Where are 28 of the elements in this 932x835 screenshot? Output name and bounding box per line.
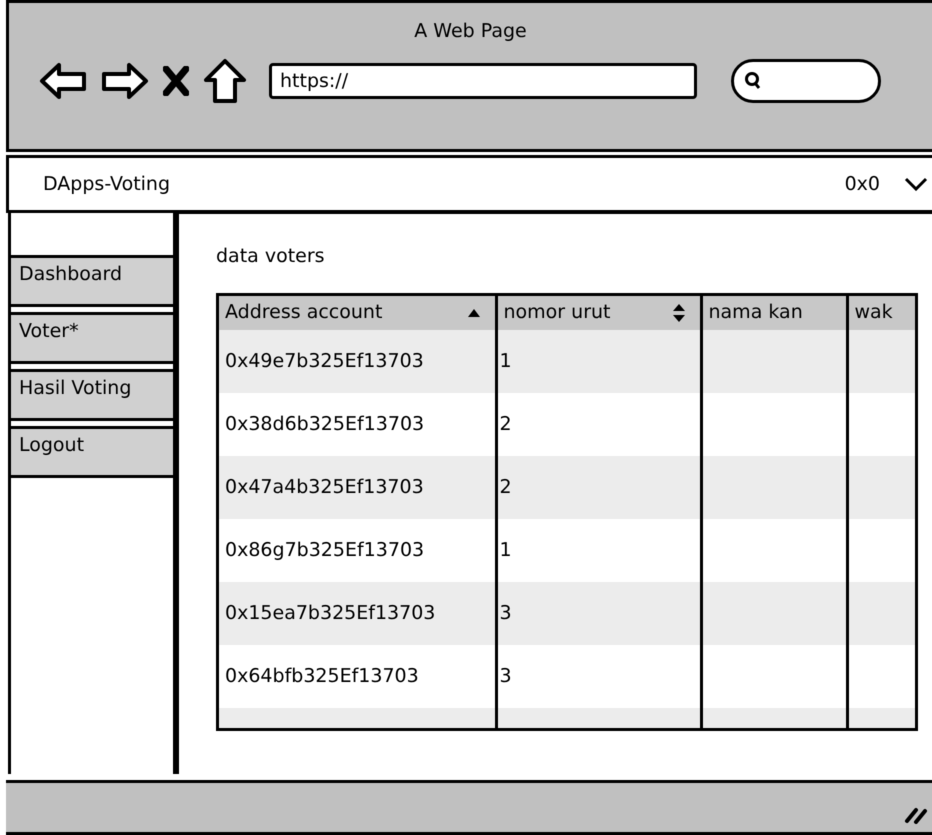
table-cell: 2 [496,456,701,518]
back-icon[interactable] [39,62,87,100]
table-cell: 0x47a4b325Ef13703 [219,456,496,518]
sidebar-item[interactable]: Voter* [11,312,173,364]
table-cell: 3 [496,582,701,644]
search-field[interactable] [731,58,881,102]
sidebar-item[interactable]: Logout [11,426,173,478]
sort-ascending-icon [466,308,480,318]
url-field[interactable]: https:// [269,62,697,98]
column-header[interactable]: Address account [219,296,496,330]
account-address: 0x0 [844,172,880,197]
section-heading: data voters [216,244,326,269]
close-icon[interactable] [163,66,189,96]
table-cell: 1 [496,330,701,392]
search-icon [744,70,762,90]
forward-icon[interactable] [101,62,149,100]
sort-icon [672,302,686,322]
column-header[interactable]: nama kan [701,296,847,330]
table-cell: 0x15ea7b325Ef13703 [219,582,496,644]
column-header[interactable]: nomor urut [496,296,701,330]
sidebar-item[interactable]: Hasil Voting [11,369,173,421]
sidebar-item[interactable]: Dashboard [11,255,173,307]
column-header[interactable]: wak [847,296,915,330]
app-brand: DApps-Voting [43,172,170,197]
window-title: A Web Page [413,19,528,44]
chevron-down-icon[interactable] [904,177,928,191]
table-cell: 0x49e7b325Ef13703 [219,330,496,392]
home-icon[interactable] [203,58,247,104]
